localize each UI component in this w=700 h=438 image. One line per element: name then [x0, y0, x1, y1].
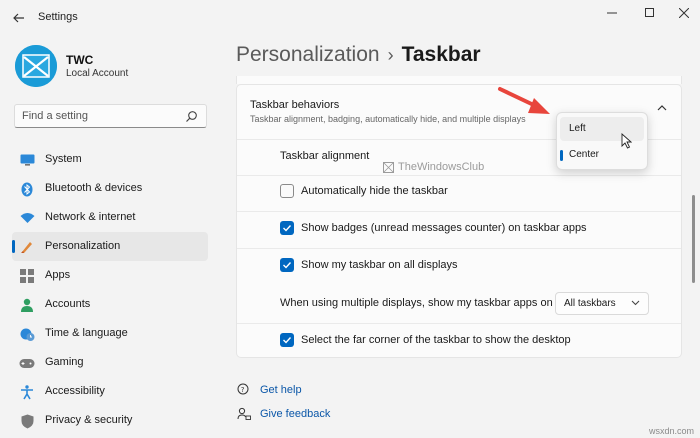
multi-display-value: All taskbars	[564, 298, 616, 309]
sidebar-item-bluetooth[interactable]: Bluetooth & devices	[12, 174, 208, 203]
close-icon	[679, 8, 689, 18]
search-placeholder: Find a setting	[22, 110, 89, 122]
watermark-text: TheWindowsClub	[398, 161, 485, 173]
all-displays-checkbox[interactable]	[280, 258, 294, 272]
give-feedback-link[interactable]: Give feedback	[260, 408, 330, 420]
maximize-icon	[645, 8, 654, 17]
scrollbar[interactable]	[692, 195, 695, 283]
watermark-logo-icon	[383, 161, 394, 173]
avatar[interactable]	[15, 45, 57, 87]
search-input[interactable]: Find a setting	[14, 104, 207, 128]
avatar-logo-icon	[15, 45, 57, 87]
sidebar-item-apps[interactable]: Apps	[12, 261, 208, 290]
far-corner-checkbox[interactable]	[280, 333, 294, 347]
chevron-down-icon	[631, 300, 640, 306]
search-icon	[186, 111, 197, 122]
sidebar-item-label: Personalization	[45, 240, 121, 252]
sidebar-item-label: Privacy & security	[45, 414, 133, 426]
gamepad-icon	[19, 355, 35, 371]
clock-globe-icon	[19, 326, 35, 342]
alignment-dropdown-menu: Left Center	[556, 112, 648, 170]
title-bar: Settings	[0, 0, 700, 36]
sidebar-item-label: System	[45, 153, 82, 165]
brush-icon	[19, 239, 35, 255]
breadcrumb: Personalization › Taskbar	[236, 43, 481, 67]
checkmark-icon	[283, 262, 292, 269]
option-label: Center	[569, 149, 600, 160]
bluetooth-icon	[19, 181, 35, 197]
sidebar-item-accounts[interactable]: Accounts	[12, 290, 208, 319]
sidebar-item-accessibility[interactable]: Accessibility	[12, 377, 208, 406]
sidebar-item-system[interactable]: System	[12, 145, 208, 174]
window-title: Settings	[38, 11, 78, 23]
checkmark-icon	[283, 225, 292, 232]
corner-watermark: wsxdn.com	[648, 426, 694, 436]
sidebar-item-label: Accessibility	[45, 385, 105, 397]
page-title: Taskbar	[401, 43, 481, 66]
auto-hide-checkbox[interactable]	[280, 184, 294, 198]
annotation-arrow-icon	[498, 87, 550, 114]
settings-window: Settings TWC Local Account Find a settin…	[0, 0, 700, 438]
watermark: TheWindowsClub	[383, 161, 484, 173]
maximize-button[interactable]	[636, 4, 664, 22]
multi-display-dropdown[interactable]: All taskbars	[555, 292, 649, 315]
show-badges-label: Show badges (unread messages counter) on…	[301, 222, 587, 234]
all-displays-label: Show my taskbar on all displays	[301, 259, 458, 271]
sidebar-item-personalization[interactable]: Personalization	[12, 232, 208, 261]
divider	[237, 211, 681, 212]
mouse-cursor-icon	[621, 133, 632, 149]
get-help-link[interactable]: Get help	[260, 384, 302, 396]
accessibility-icon	[19, 384, 35, 400]
previous-card-edge	[236, 76, 682, 84]
back-button[interactable]	[8, 7, 30, 29]
wifi-icon	[19, 210, 35, 226]
divider	[237, 323, 681, 324]
person-icon	[19, 297, 35, 313]
group-description: Taskbar alignment, badging, automaticall…	[250, 114, 526, 124]
minimize-icon	[607, 12, 617, 14]
user-name: TWC	[66, 53, 94, 67]
account-type: Local Account	[66, 68, 129, 79]
show-badges-checkbox[interactable]	[280, 221, 294, 235]
sidebar-item-network[interactable]: Network & internet	[12, 203, 208, 232]
taskbar-alignment-label: Taskbar alignment	[280, 150, 370, 162]
minimize-button[interactable]	[598, 4, 626, 22]
sidebar-item-time-language[interactable]: Time & language	[12, 319, 208, 348]
sidebar-item-gaming[interactable]: Gaming	[12, 348, 208, 377]
chevron-up-icon[interactable]	[655, 103, 669, 113]
close-button[interactable]	[670, 4, 698, 22]
sidebar-item-label: Bluetooth & devices	[45, 182, 143, 194]
sidebar-item-label: Apps	[45, 269, 71, 281]
breadcrumb-separator: ›	[387, 45, 394, 65]
shield-icon	[19, 413, 35, 429]
sidebar-item-label: Time & language	[45, 327, 128, 339]
sidebar-item-label: Gaming	[45, 356, 84, 368]
checkmark-icon	[283, 337, 292, 344]
feedback-icon	[237, 407, 251, 420]
sidebar-item-label: Network & internet	[45, 211, 136, 223]
help-icon: ?	[237, 383, 249, 395]
multi-display-label: When using multiple displays, show my ta…	[280, 297, 553, 309]
back-arrow-icon	[13, 13, 24, 23]
sidebar-item-privacy[interactable]: Privacy & security	[12, 406, 208, 435]
divider	[237, 248, 681, 249]
group-title[interactable]: Taskbar behaviors	[250, 99, 339, 111]
apps-icon	[19, 268, 35, 284]
monitor-icon	[19, 152, 35, 168]
auto-hide-label: Automatically hide the taskbar	[301, 185, 448, 197]
far-corner-label: Select the far corner of the taskbar to …	[301, 334, 571, 346]
breadcrumb-parent[interactable]: Personalization	[236, 43, 380, 66]
sidebar-nav: System Bluetooth & devices Network & int…	[12, 145, 208, 435]
option-label: Left	[569, 123, 586, 134]
divider	[237, 175, 681, 176]
sidebar-item-label: Accounts	[45, 298, 91, 310]
svg-text:?: ?	[241, 386, 245, 394]
